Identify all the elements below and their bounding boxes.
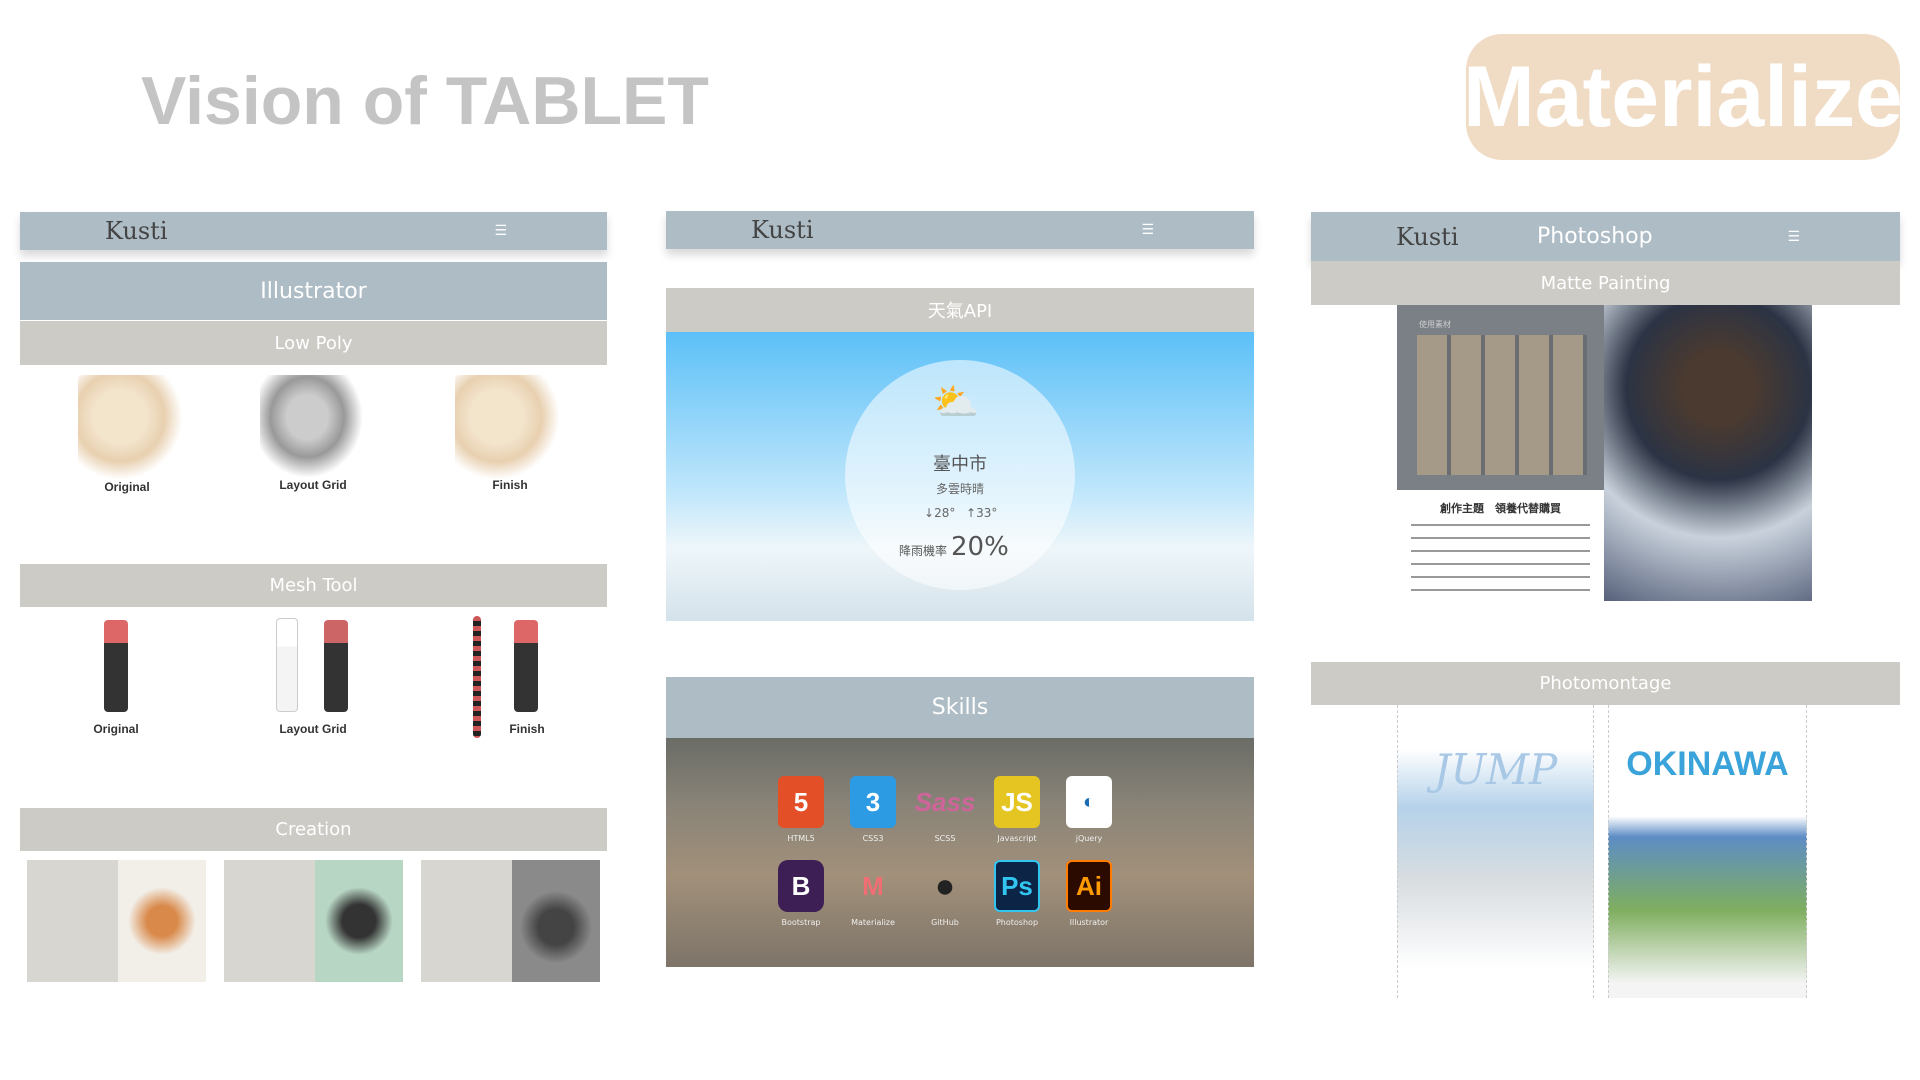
cat-original-image (78, 375, 183, 480)
hamburger-icon[interactable]: ☰ (494, 223, 507, 239)
caption: Layout Grid (279, 478, 347, 492)
skill-label: Javascript (997, 834, 1037, 843)
lipstick-finish-image (514, 620, 538, 712)
skill-label: jQuery (1075, 834, 1103, 843)
arrow-down-icon: ↓ (924, 506, 935, 520)
condition: 多雲時晴 (935, 482, 984, 496)
skill-label: Illustrator (1069, 918, 1109, 927)
high-temp: ↑33° (966, 506, 998, 520)
page-title: Vision of TABLET (141, 63, 709, 139)
grey-dog-image (512, 860, 600, 982)
matte-painting-image (1604, 305, 1812, 601)
lipstick-grid-image (276, 618, 298, 712)
theme-text: 創作主題 領養代替購買 (1397, 490, 1604, 604)
brand-logo[interactable]: Kusti (105, 217, 168, 245)
mesh-tool-header: Mesh Tool (20, 564, 607, 607)
color-swatch (473, 616, 481, 738)
skill-label: Photoshop (995, 918, 1039, 927)
github-icon: ● (934, 866, 956, 905)
description-lines (1411, 524, 1590, 594)
lipstick-grid-image (324, 620, 348, 712)
skill-label: SCSS (934, 834, 956, 843)
brand-logo[interactable]: Kusti (1396, 223, 1459, 251)
matte-painting-header: Matte Painting (1311, 261, 1900, 305)
skills-panel: 5 3 Sass JS ◐ HTML5 CSS3 SCSS Javascript… (666, 738, 1254, 967)
css3-icon: 3 (850, 776, 896, 828)
low-poly-header: Low Poly (20, 321, 607, 365)
illustrator-icon: Ai (1066, 860, 1112, 912)
weather-card: ⛅ 臺中市 多雲時晴 ↓28° ↑33° 降雨機率 20% (666, 332, 1254, 621)
dog-sketch-image (27, 860, 118, 982)
sass-icon: Sass (914, 786, 976, 817)
cat-grid-image (260, 375, 365, 480)
javascript-icon: JS (994, 776, 1040, 828)
skill-label: CSS3 (862, 834, 884, 843)
hamburger-icon[interactable]: ☰ (1787, 229, 1800, 245)
materialize-badge: Materialize (1463, 34, 1903, 160)
caption: Finish (492, 478, 528, 492)
weather-header: 天氣API (666, 288, 1254, 332)
section-title: Illustrator (20, 262, 607, 320)
arrow-up-icon: ↑ (966, 506, 977, 520)
creation-header: Creation (20, 808, 607, 851)
nav-title: Photoshop (1537, 224, 1653, 249)
navbar: Kusti ☰ (20, 212, 607, 250)
skill-label: GitHub (931, 918, 959, 927)
city: 臺中市 (933, 454, 987, 475)
partly-cloudy-icon: ⛅ (932, 380, 980, 424)
jump-montage: JUMP (1397, 705, 1594, 998)
skill-label: Bootstrap (781, 918, 821, 927)
materials-panel: 使用素材 (1397, 305, 1604, 490)
photoshop-icon: Ps (994, 860, 1040, 912)
navbar: Kusti Photoshop ☰ (1311, 212, 1900, 261)
skills-header: Skills (666, 677, 1254, 738)
lipstick-original-image (104, 620, 128, 712)
caption: Original (104, 480, 150, 494)
html5-icon: 5 (778, 776, 824, 828)
dog-sketch-image (421, 860, 512, 982)
corgi-image (118, 860, 206, 982)
brand-logo[interactable]: Kusti (751, 216, 814, 244)
caption: Finish (509, 722, 545, 736)
cat-finish-image (455, 375, 560, 480)
caption: Original (93, 722, 139, 736)
materialize-icon: M (862, 870, 884, 901)
navbar: Kusti ☰ (666, 211, 1254, 249)
materials-grid (1417, 335, 1587, 475)
low-temp: ↓28° (924, 506, 956, 520)
dog-sketch-image (224, 860, 315, 982)
black-dog-image (315, 860, 403, 982)
skill-label: Materialize (851, 918, 895, 927)
photomontage-header: Photomontage (1311, 662, 1900, 705)
skill-label: HTML5 (787, 834, 815, 843)
caption: Layout Grid (279, 722, 347, 736)
rain-chance: 降雨機率 20% (899, 532, 1009, 562)
hamburger-icon[interactable]: ☰ (1141, 222, 1154, 238)
okinawa-montage: OKINAWA (1608, 705, 1807, 998)
jquery-icon: ◐ (1066, 776, 1112, 828)
bootstrap-icon: B (778, 860, 824, 912)
